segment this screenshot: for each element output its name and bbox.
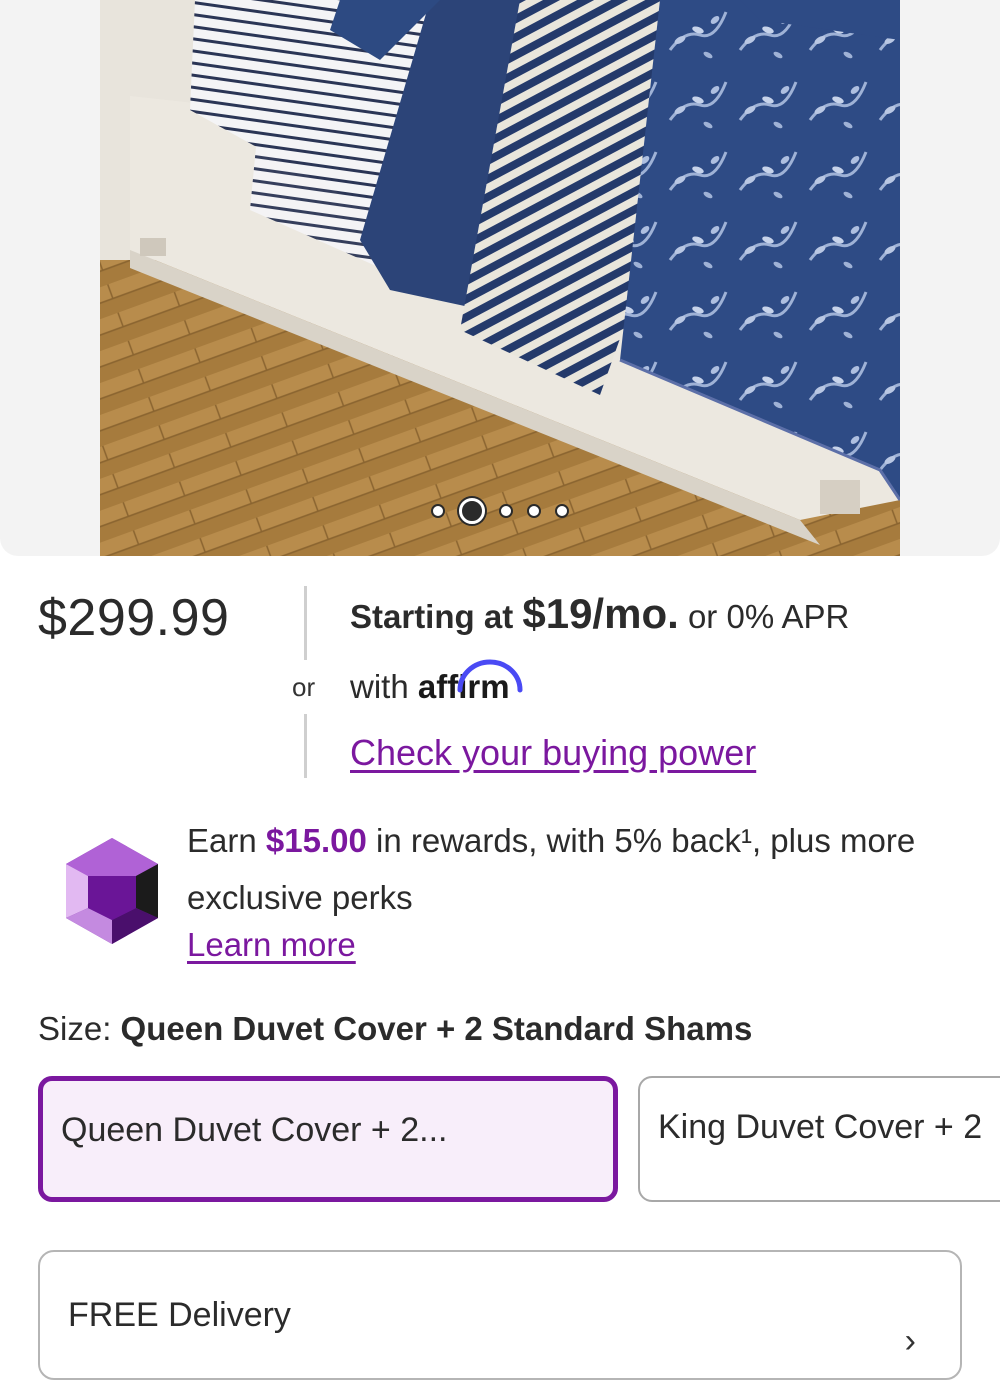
product-price: $299.99 — [38, 589, 230, 647]
monthly-payment: $19/mo. — [522, 590, 679, 637]
carousel-dot-active[interactable] — [459, 498, 485, 524]
delivery-label: FREE Delivery — [68, 1296, 291, 1334]
affirm-arc-icon — [457, 659, 523, 693]
starting-at-label: Starting at — [350, 598, 514, 635]
purple-gem-icon — [66, 838, 158, 944]
size-heading: Size: Queen Duvet Cover + 2 Standard Sha… — [38, 1010, 752, 1048]
chevron-right-icon: › — [904, 1322, 916, 1360]
delivery-card[interactable]: FREE Delivery › — [38, 1250, 962, 1380]
size-label: Size: — [38, 1010, 112, 1047]
carousel-dot[interactable] — [431, 504, 445, 518]
product-photo[interactable] — [100, 0, 900, 556]
affirm-logo: affirm — [418, 659, 523, 705]
size-option-king[interactable]: King Duvet Cover + 2 — [638, 1076, 1000, 1202]
divider-top — [304, 586, 307, 660]
affirm-financing-line: Starting at $19/mo. or 0% APR — [350, 590, 849, 638]
rewards-text: Earn $15.00 in rewards, with 5% back¹, p… — [187, 812, 947, 926]
earn-label: Earn — [187, 822, 257, 859]
divider-bottom — [304, 714, 307, 778]
size-option-label: Queen Duvet Cover + 2... — [61, 1111, 448, 1149]
carousel-dot[interactable] — [499, 504, 513, 518]
size-option-label: King Duvet Cover + 2 — [658, 1108, 983, 1146]
carousel-dots[interactable] — [0, 497, 1000, 525]
bedding-illustration — [100, 0, 900, 556]
learn-more-link[interactable]: Learn more — [187, 926, 356, 964]
carousel-dot[interactable] — [527, 504, 541, 518]
size-option-queen[interactable]: Queen Duvet Cover + 2... — [38, 1076, 618, 1202]
check-buying-power-link[interactable]: Check your buying power — [350, 732, 756, 774]
selected-size-value: Queen Duvet Cover + 2 Standard Shams — [120, 1010, 753, 1047]
with-label: with — [350, 668, 409, 705]
product-image-gallery[interactable] — [0, 0, 1000, 556]
affirm-provider-line: with affirm — [350, 659, 523, 706]
apr-text: or 0% APR — [687, 598, 850, 635]
rewards-amount: $15.00 — [265, 822, 367, 859]
carousel-dot[interactable] — [555, 504, 569, 518]
or-separator: or — [292, 672, 316, 702]
